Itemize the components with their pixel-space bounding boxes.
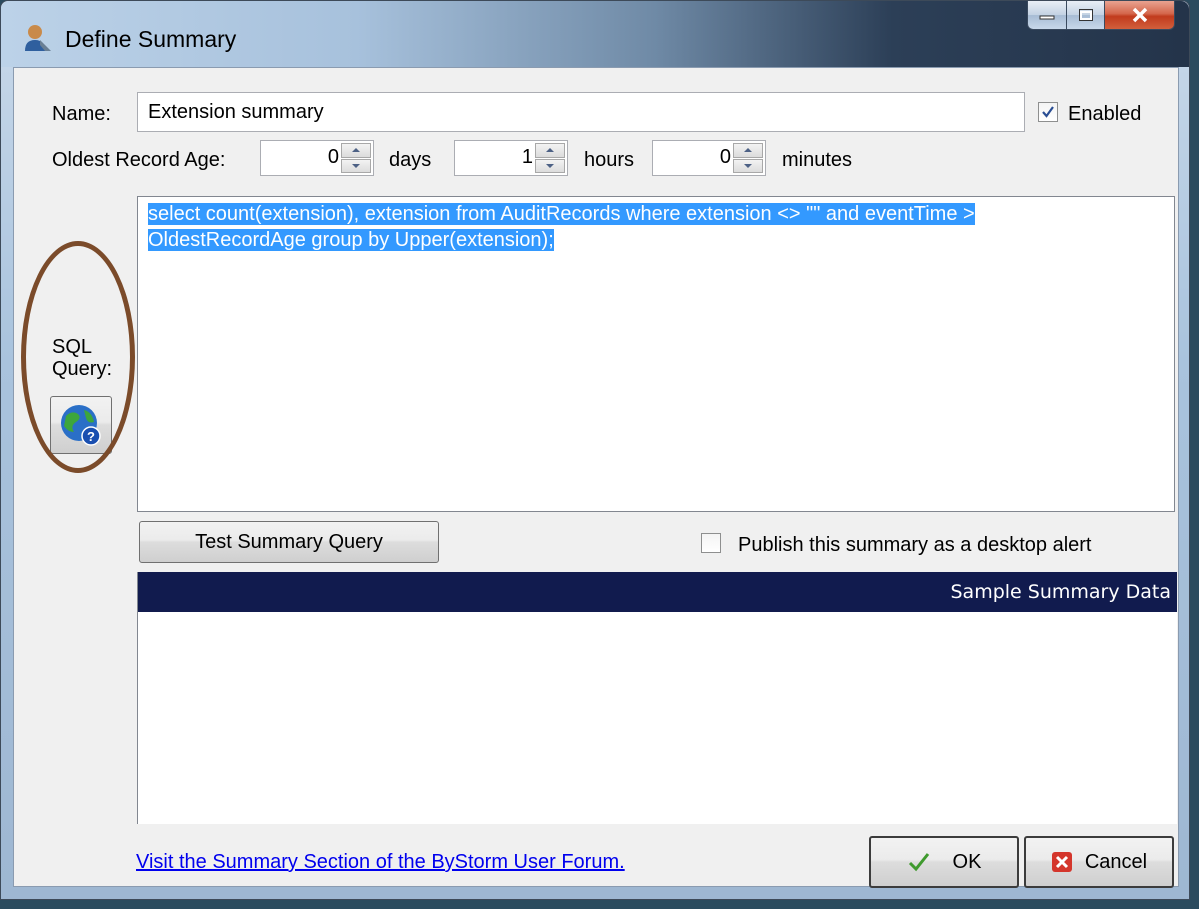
arrow-up-icon <box>546 148 554 153</box>
close-icon <box>1132 7 1147 23</box>
title-bar[interactable]: Define Summary <box>1 1 1189 67</box>
hours-spinner[interactable]: 1 <box>454 140 568 176</box>
sql-label-line1: SQL <box>52 336 93 358</box>
sql-query-text: select count(extension), extension from … <box>148 201 1164 253</box>
minutes-value: 0 <box>719 146 731 168</box>
days-up-button[interactable] <box>341 143 371 158</box>
cancel-button[interactable]: Cancel <box>1024 836 1174 888</box>
minimize-icon <box>1039 15 1055 20</box>
hours-up-button[interactable] <box>535 143 565 158</box>
minimize-button[interactable] <box>1027 1 1067 30</box>
checkmark-icon <box>1042 106 1054 118</box>
user-settings-icon <box>25 25 51 51</box>
maximize-icon <box>1078 9 1093 21</box>
globe-help-icon: ? <box>61 405 101 446</box>
cancel-label: Cancel <box>1084 850 1148 873</box>
enabled-checkbox[interactable] <box>1038 102 1058 122</box>
sample-summary-grid[interactable]: Sample Summary Data <box>137 572 1177 824</box>
publish-label: Publish this summary as a desktop alert <box>738 534 1092 556</box>
window-title: Define Summary <box>65 26 237 52</box>
hours-value: 1 <box>521 146 533 168</box>
arrow-down-icon <box>546 163 554 168</box>
sql-text-line1: select count(extension), extension from … <box>148 203 975 225</box>
checkmark-icon <box>908 853 929 872</box>
sql-label-line2: Query: <box>52 358 113 380</box>
grid-header: Sample Summary Data <box>138 572 1177 612</box>
hours-label: hours <box>584 149 635 171</box>
forum-link[interactable]: Visit the Summary Section of the ByStorm… <box>136 851 625 874</box>
enabled-label: Enabled <box>1068 103 1142 125</box>
maximize-button[interactable] <box>1067 1 1105 30</box>
ok-button[interactable]: OK <box>869 836 1019 888</box>
dialog-client-area: Name: Enabled Oldest Record Age: 0 days … <box>13 67 1179 888</box>
days-label: days <box>389 149 432 171</box>
arrow-up-icon <box>352 148 360 153</box>
name-label: Name: <box>52 103 111 125</box>
sql-query-textarea[interactable]: select count(extension), extension from … <box>137 196 1175 512</box>
minutes-up-button[interactable] <box>733 143 763 158</box>
sql-query-label: SQL Query: <box>52 336 112 380</box>
window-controls <box>1027 1 1175 31</box>
ok-label: OK <box>952 850 982 873</box>
cancel-x-icon <box>1051 852 1072 872</box>
minutes-label: minutes <box>782 149 853 171</box>
sql-text-line2: OldestRecordAge group by Upper(extension… <box>148 229 554 251</box>
days-value: 0 <box>327 146 339 168</box>
name-input[interactable] <box>137 92 1025 132</box>
arrow-down-icon <box>744 163 752 168</box>
publish-checkbox[interactable] <box>701 533 721 553</box>
define-summary-window: Define Summary Name: Enabled Oldest Reco… <box>0 0 1190 900</box>
arrow-down-icon <box>352 163 360 168</box>
sql-help-button[interactable]: ? <box>50 396 112 454</box>
svg-text:?: ? <box>87 429 95 444</box>
arrow-up-icon <box>744 148 752 153</box>
days-spinner[interactable]: 0 <box>260 140 374 176</box>
close-button[interactable] <box>1105 1 1175 30</box>
minutes-spinner[interactable]: 0 <box>652 140 766 176</box>
test-summary-query-button[interactable]: Test Summary Query <box>139 521 439 563</box>
hours-down-button[interactable] <box>535 158 565 173</box>
oldest-record-age-label: Oldest Record Age: <box>52 149 226 171</box>
minutes-down-button[interactable] <box>733 158 763 173</box>
days-down-button[interactable] <box>341 158 371 173</box>
